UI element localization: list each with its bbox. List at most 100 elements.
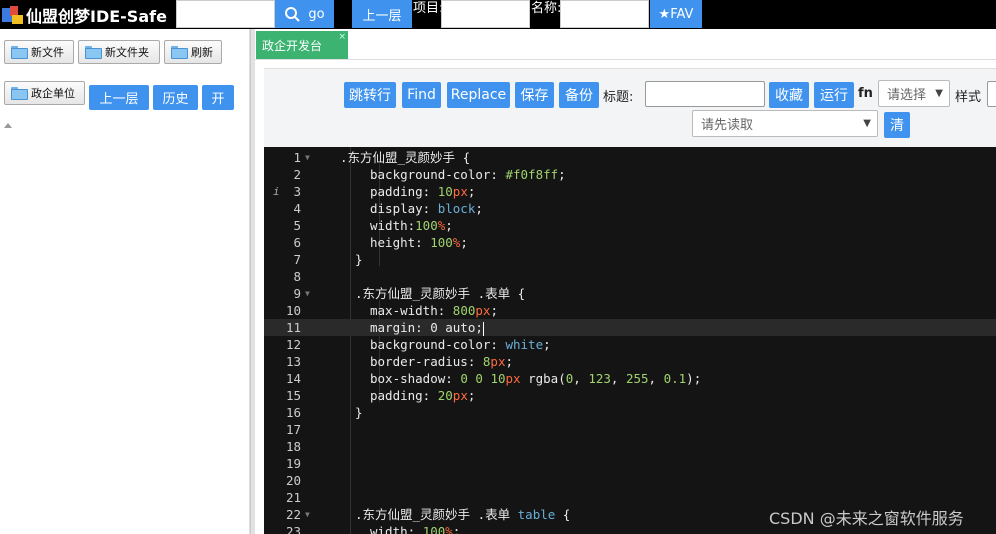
code-line[interactable]: 16} [264, 404, 996, 421]
read-select-value: 请先读取 [701, 118, 754, 133]
code-line[interactable]: 5 width:100%; [264, 217, 996, 234]
code-text: .东方仙盟_灵颜妙手 .表单 table { [355, 507, 571, 522]
new-file-label: 新文件 [31, 46, 64, 59]
open-button[interactable]: 开 [202, 85, 234, 110]
folder-icon [85, 45, 102, 59]
line-number: 11 [285, 320, 301, 335]
title-input[interactable] [645, 81, 765, 107]
unit-button[interactable]: 政企单位 [4, 81, 85, 105]
find-button[interactable]: Find [402, 82, 441, 108]
code-line[interactable]: 21 [264, 489, 996, 506]
fn-label: fn [858, 86, 873, 101]
code-text: background-color: #f0f8ff; [370, 167, 566, 182]
style-input[interactable] [987, 81, 996, 107]
path-input[interactable] [176, 0, 275, 28]
line-number: 12 [285, 337, 301, 352]
code-text: height: 100%; [370, 235, 468, 250]
app-logo: 仙盟创梦IDE-Safe [0, 0, 167, 29]
editor-toolbar: 跳转行 Find Replace 保存 备份 标题: 收藏 运行 fn 请选择 … [264, 68, 996, 147]
go-button[interactable]: go [275, 0, 334, 28]
chevron-down-icon: ▼ [863, 118, 871, 129]
code-text: .东方仙盟_灵颜妙手 .表单 { [355, 286, 526, 301]
collect-button[interactable]: 收藏 [769, 82, 809, 108]
fold-toggle-icon[interactable]: ▼ [305, 285, 310, 302]
code-text: box-shadow: 0 0 10px rgba(0, 123, 255, 0… [370, 371, 702, 386]
new-folder-label: 新文件夹 [105, 46, 149, 59]
left-up-button[interactable]: 上一层 [89, 85, 149, 110]
code-line[interactable]: 13 border-radius: 8px; [264, 353, 996, 370]
code-line[interactable]: 10 max-width: 800px; [264, 302, 996, 319]
code-text: max-width: 800px; [370, 303, 498, 318]
code-line[interactable]: 3 i padding: 10px; [264, 183, 996, 200]
code-line[interactable]: 11 margin: 0 auto; [264, 319, 996, 336]
code-line[interactable]: 17 [264, 421, 996, 438]
line-number: 8 [293, 269, 301, 284]
code-line[interactable]: 14 box-shadow: 0 0 10px rgba(0, 123, 255,… [264, 370, 996, 387]
line-number: 20 [285, 473, 301, 488]
line-number: 14 [285, 371, 301, 386]
code-text: background-color: white; [370, 337, 551, 352]
fav-button[interactable]: ★FAV [650, 0, 702, 28]
tab-close-icon[interactable]: × [338, 32, 346, 42]
jump-line-button[interactable]: 跳转行 [344, 82, 396, 108]
code-text: padding: 20px; [370, 388, 476, 403]
file-panel: 新文件 新文件夹 刷新 政企单位 上一层 历史 开 [0, 29, 250, 534]
backup-button[interactable]: 备份 [559, 82, 599, 108]
code-text: } [355, 252, 363, 267]
code-line[interactable]: 20 [264, 472, 996, 489]
code-text: width:100%; [370, 218, 453, 233]
save-button[interactable]: 保存 [515, 82, 554, 108]
code-line[interactable]: 7} [264, 251, 996, 268]
line-number: 19 [285, 456, 301, 471]
new-file-button[interactable]: 新文件 [4, 40, 74, 64]
fn-select-value: 请选择 [887, 88, 927, 103]
code-line[interactable]: 19 [264, 455, 996, 472]
line-number: 16 [285, 405, 301, 420]
code-line[interactable]: 9 ▼ .东方仙盟_灵颜妙手 .表单 { [264, 285, 996, 302]
code-line[interactable]: 1 ▼ .东方仙盟_灵颜妙手 { [264, 149, 996, 166]
code-line[interactable]: 18 [264, 438, 996, 455]
replace-button[interactable]: Replace [447, 82, 510, 108]
code-line[interactable]: 15 padding: 20px; [264, 387, 996, 404]
fn-select[interactable]: 请选择 ▼ [878, 80, 950, 107]
code-text: display: block; [370, 201, 483, 216]
search-icon [285, 7, 301, 22]
unit-label: 政企单位 [31, 87, 75, 100]
watermark: CSDN @未来之窗软件服务 [769, 509, 964, 528]
panel-splitter[interactable] [250, 29, 255, 534]
name-input[interactable] [560, 0, 649, 28]
code-line[interactable]: 6 height: 100%; [264, 234, 996, 251]
project-label: 项目: [413, 1, 444, 16]
code-editor[interactable]: 1 ▼ .东方仙盟_灵颜妙手 {2 background-color: #f0f8ff… [264, 147, 996, 534]
code-line[interactable]: 12 background-color: white; [264, 336, 996, 353]
read-select[interactable]: 请先读取 ▼ [692, 110, 878, 137]
go-label: go [308, 6, 325, 22]
tab-dev-console[interactable]: 政企开发台 × [256, 31, 348, 59]
info-marker-icon[interactable]: i [273, 183, 280, 200]
line-number: 17 [285, 422, 301, 437]
line-number: 4 [293, 201, 301, 216]
code-line[interactable]: 4 display: block; [264, 200, 996, 217]
code-line[interactable]: 8 [264, 268, 996, 285]
fold-toggle-icon[interactable]: ▼ [305, 506, 310, 523]
line-number: 7 [293, 252, 301, 267]
line-number: 5 [293, 218, 301, 233]
style-label: 样式 [955, 90, 982, 105]
chevron-down-icon: ▼ [935, 88, 943, 99]
code-line[interactable]: 2 background-color: #f0f8ff; [264, 166, 996, 183]
folder-icon [171, 45, 188, 59]
code-text: .东方仙盟_灵颜妙手 { [340, 150, 471, 165]
project-input[interactable] [441, 0, 530, 28]
refresh-button[interactable]: 刷新 [164, 40, 222, 64]
run-button[interactable]: 运行 [814, 82, 854, 108]
history-button[interactable]: 历史 [153, 85, 198, 110]
clear-button[interactable]: 清 [884, 112, 910, 138]
folder-icon [11, 86, 28, 100]
tab-label: 政企开发台 [262, 38, 323, 53]
top-up-button[interactable]: 上一层 [352, 0, 412, 28]
new-folder-button[interactable]: 新文件夹 [78, 40, 160, 64]
line-number: 6 [293, 235, 301, 250]
scroll-up-arrow-icon[interactable] [4, 123, 12, 128]
fold-toggle-icon[interactable]: ▼ [305, 149, 310, 166]
code-text: margin: 0 auto; [370, 320, 484, 336]
